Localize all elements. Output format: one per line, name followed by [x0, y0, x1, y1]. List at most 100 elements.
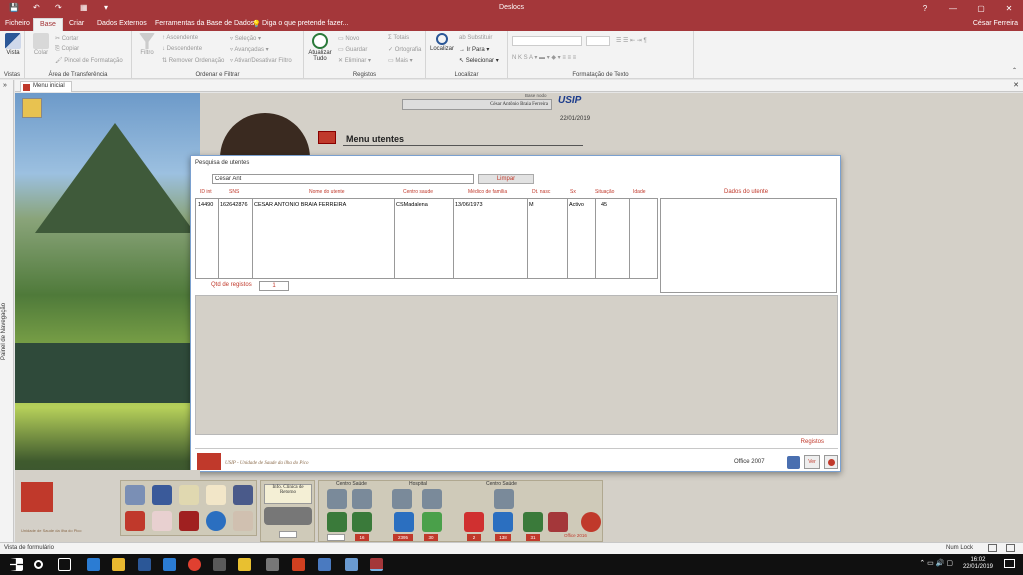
format-buttons[interactable]: N K S A ▾ ▬ ▾ ◆ ▾ ≡ ≡ ≡	[512, 54, 576, 61]
selecao-button[interactable]: ▿ Seleção ▾	[230, 35, 261, 42]
pin-icon[interactable]	[233, 511, 253, 531]
filtro-button[interactable]: Filtro	[134, 33, 160, 56]
help-button[interactable]: ?	[911, 0, 939, 17]
cortar-button[interactable]: ✂ Cortar	[55, 35, 78, 42]
substituir-button[interactable]: ab Substituir	[459, 35, 492, 41]
collapse-ribbon-icon[interactable]: ⌃	[1012, 67, 1017, 74]
group-icon[interactable]	[494, 489, 514, 509]
ie-icon[interactable]	[163, 558, 176, 571]
font-size-select[interactable]	[586, 36, 610, 46]
group-icon[interactable]	[352, 489, 372, 509]
copiar-button[interactable]: ⎘ Copiar	[55, 46, 79, 53]
alert-icon[interactable]	[179, 511, 199, 531]
tray-icons[interactable]: ⌃ ▭ 🔊 ▢	[919, 559, 953, 567]
avancadas-button[interactable]: ▿ Avançadas ▾	[230, 46, 269, 53]
tell-me-input[interactable]: Diga o que pretende fazer...	[262, 20, 348, 27]
chrome-icon[interactable]	[188, 558, 201, 571]
close-window-button[interactable]: ✕	[995, 0, 1023, 17]
explorer-icon[interactable]	[112, 558, 125, 571]
clear-button[interactable]: Limpar	[478, 174, 534, 184]
close-dialog-button[interactable]	[824, 455, 838, 469]
app-icon[interactable]	[213, 558, 226, 571]
question-icon[interactable]	[464, 512, 484, 532]
calculator-icon[interactable]	[266, 558, 279, 571]
ortografia-button[interactable]: ✓ Ortografia	[388, 46, 421, 53]
users-icon[interactable]	[125, 485, 145, 505]
group-icon[interactable]	[422, 489, 442, 509]
search-icon[interactable]	[179, 485, 199, 505]
profile-icon[interactable]	[233, 485, 253, 505]
ascendente-button[interactable]: ↑ Ascendente	[162, 35, 198, 41]
power-icon[interactable]	[581, 512, 601, 532]
minimize-button[interactable]: —	[939, 0, 967, 17]
layout-view-button[interactable]	[1006, 544, 1015, 552]
access-icon[interactable]	[548, 512, 568, 532]
powerpoint-icon[interactable]	[292, 558, 305, 571]
ver-button[interactable]: Ver	[804, 455, 820, 469]
search-input[interactable]	[212, 174, 474, 184]
vista-button[interactable]: Vista	[0, 33, 26, 56]
footer-caption: USIP - Unidade de Saude da ilha do Pico	[225, 461, 309, 466]
maximize-button[interactable]: ▢	[967, 0, 995, 17]
notifications-icon[interactable]	[1004, 559, 1015, 568]
ir-para-button[interactable]: → Ir Para ▾	[459, 46, 489, 53]
form-view-button[interactable]	[988, 544, 997, 552]
group-icon[interactable]	[327, 489, 347, 509]
group-icon[interactable]	[392, 489, 412, 509]
mais-button[interactable]: ▭ Mais ▾	[388, 57, 413, 64]
phone-icon[interactable]	[125, 511, 145, 531]
cross-icon[interactable]	[493, 512, 513, 532]
edge-icon[interactable]	[87, 558, 100, 571]
colar-button[interactable]: Colar	[28, 33, 54, 56]
tab-ficheiro[interactable]: Ficheiro	[5, 20, 30, 27]
search-icon[interactable]	[34, 560, 43, 569]
task-view-icon[interactable]	[58, 558, 71, 571]
cake-icon[interactable]	[206, 485, 226, 505]
eliminar-button[interactable]: ✕ Eliminar ▾	[338, 57, 371, 64]
novo-button[interactable]: ▭ Novo	[338, 35, 359, 42]
check-icon[interactable]	[327, 512, 347, 532]
check-cross-icon[interactable]	[523, 512, 543, 532]
tab-base[interactable]: Base	[33, 18, 63, 31]
pincel-button[interactable]: 🖌 Pincel de Formatação	[55, 57, 123, 64]
tab-criar[interactable]: Criar	[69, 20, 84, 27]
tab-menu-inicial[interactable]: Menu inicial	[20, 81, 72, 92]
registos-link[interactable]: Registos	[801, 439, 824, 445]
selecionar-button[interactable]: ↖ Selecionar ▾	[459, 57, 499, 64]
tab-dados-externos[interactable]: Dados Externos	[97, 20, 147, 27]
person-icon[interactable]	[152, 485, 172, 505]
navigation-pane[interactable]: » Painel de Navegação	[0, 80, 14, 542]
results-table[interactable]: 14490 162642876 CÉSAR ANTÔNIO BRAIA FERR…	[195, 198, 658, 279]
stethoscope-icon[interactable]	[264, 507, 312, 525]
info-icon[interactable]	[206, 511, 226, 531]
list-icons[interactable]: ☰ ☰ ⇤ ⇥ ¶	[616, 37, 647, 44]
check-icon[interactable]	[352, 512, 372, 532]
start-icon[interactable]	[10, 558, 23, 571]
doctor-icon[interactable]	[787, 456, 800, 469]
font-name-select[interactable]	[512, 36, 582, 46]
app-icon[interactable]	[318, 558, 331, 571]
col-medico: Médico de família	[468, 189, 508, 195]
tab-ferramentas-bd[interactable]: Ferramentas da Base de Dados	[155, 20, 254, 27]
user-name[interactable]: César Ferreira	[973, 20, 1018, 27]
app-icon[interactable]	[345, 558, 358, 571]
expand-nav-icon[interactable]: »	[3, 82, 7, 89]
hospital-icon[interactable]	[394, 512, 414, 532]
ativar-filtro-button[interactable]: ▿ Ativar/Desativar Filtro	[230, 57, 292, 64]
zoom-icon[interactable]	[152, 511, 172, 531]
totais-button[interactable]: Σ Totais	[388, 35, 409, 41]
info-clinica-button[interactable]: Info. Clínica de Retorno	[264, 484, 312, 504]
main-tools	[120, 480, 257, 536]
clock[interactable]: 16:02 22/01/2019	[963, 557, 993, 571]
media-icon[interactable]	[238, 558, 251, 571]
outlook-icon[interactable]	[138, 558, 151, 571]
atualizar-button[interactable]: Atualizar Tudo	[307, 33, 333, 62]
guardar-button[interactable]: ▭ Guardar	[338, 46, 367, 53]
add-record-icon[interactable]	[422, 512, 442, 532]
close-tab-button[interactable]: ✕	[1013, 81, 1019, 89]
localizar-button[interactable]: Localizar	[429, 33, 455, 52]
descendente-button[interactable]: ↓ Descendente	[162, 46, 202, 52]
remover-ordenacao-button[interactable]: ⇅ Remover Ordenação	[162, 57, 224, 64]
magic-icon[interactable]	[22, 98, 42, 118]
access-icon[interactable]	[370, 558, 383, 571]
